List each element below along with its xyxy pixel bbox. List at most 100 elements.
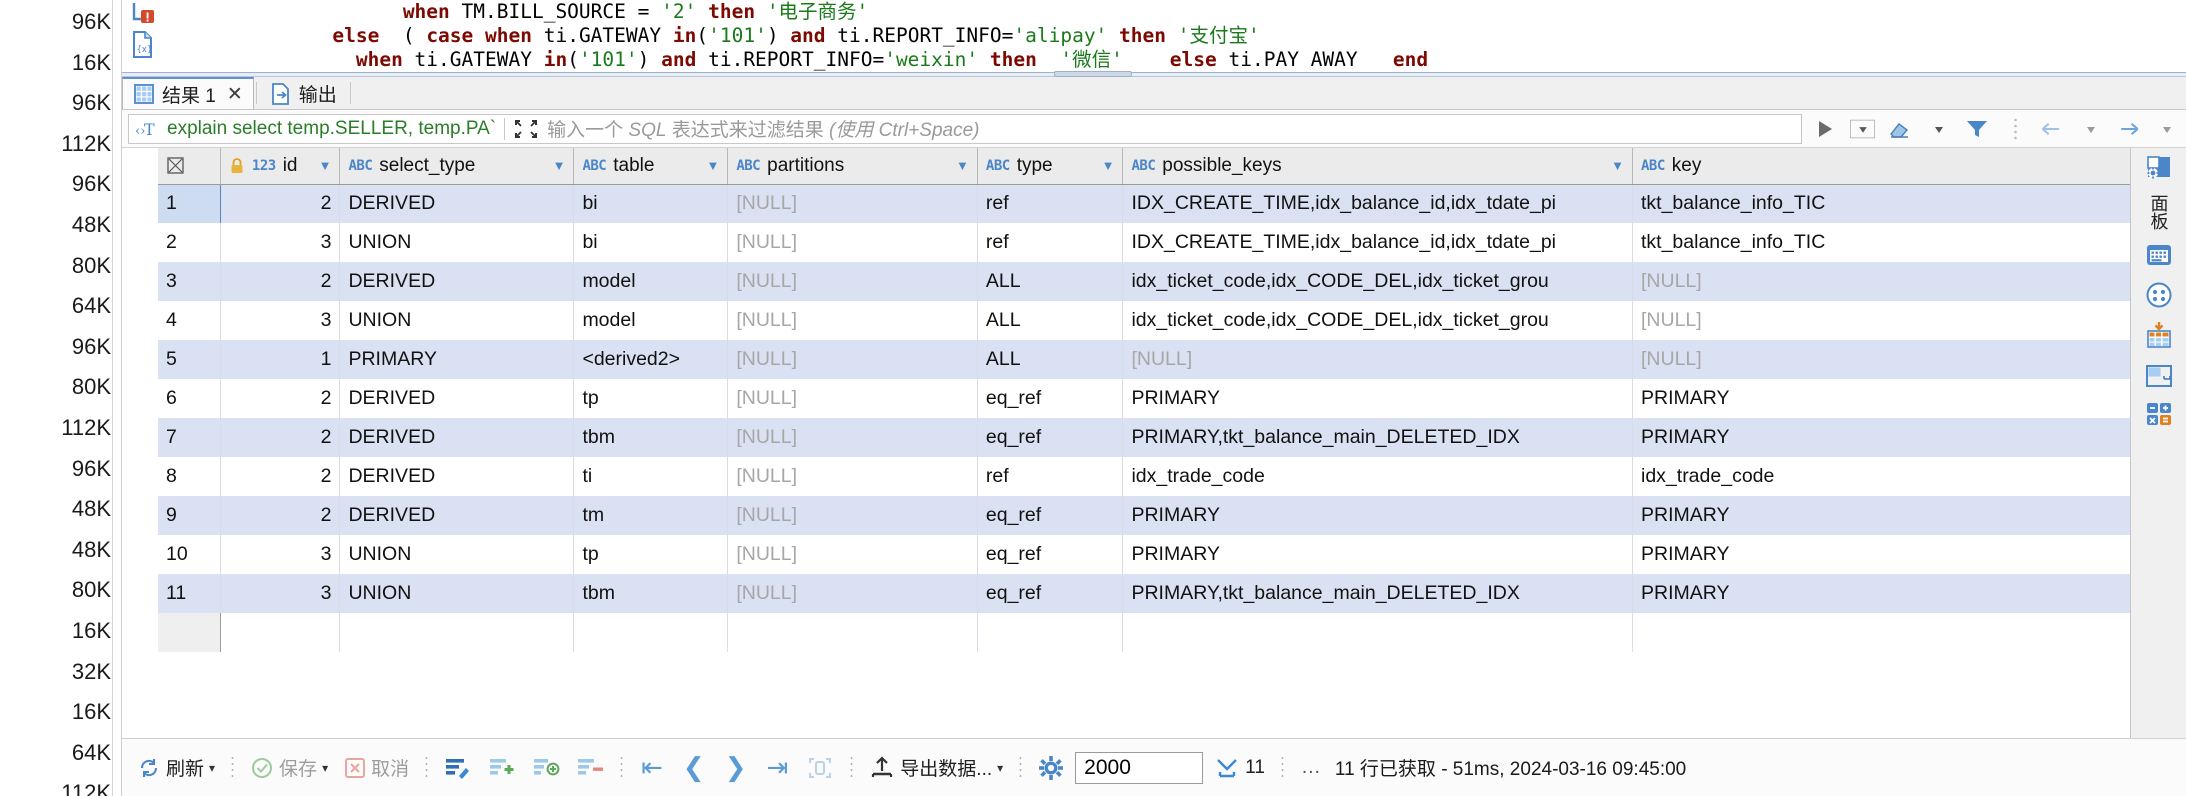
result-status-bar[interactable]: 刷新 ▾ 保存 ▾ 取消 ⇤ ❮ ❯ ⇥ 导出数据... ▾ 2000 11 …… (122, 738, 2186, 796)
cell-id[interactable]: 2 (220, 496, 341, 535)
cell-table[interactable]: model (573, 301, 729, 340)
cell-id[interactable]: 3 (220, 574, 341, 613)
table-row[interactable]: 3 2 DERIVED model [NULL] ALL idx_ticket_code,i… (158, 262, 2130, 301)
cell-table[interactable]: tbm (573, 574, 729, 613)
first-page-icon[interactable]: ⇤ (634, 753, 670, 783)
cell-key[interactable]: PRIMARY (1632, 379, 2130, 418)
cell-partitions[interactable]: [NULL] (727, 457, 978, 496)
cell-key[interactable]: PRIMARY (1632, 418, 2130, 457)
cell-table[interactable]: tbm (573, 418, 729, 457)
result-tab-1[interactable]: 结果 1 ✕ (122, 77, 254, 109)
layout-icon[interactable] (2144, 362, 2174, 390)
row-number-cell[interactable]: 5 (158, 340, 221, 379)
cell-partitions[interactable]: [NULL] (727, 418, 978, 457)
row-number-cell[interactable]: 11 (158, 574, 221, 613)
result-tabs[interactable]: 结果 1 ✕ 输出 (122, 77, 2186, 110)
cell-select_type[interactable]: DERIVED (339, 379, 575, 418)
table-row[interactable]: 9 2 DERIVED tm [NULL] eq_ref PRIMARY PRIMARY (158, 496, 2130, 535)
cell-possible_keys[interactable]: idx_ticket_code,idx_CODE_DEL,idx_ticket_… (1122, 262, 1633, 301)
cell-key[interactable]: [NULL] (1632, 262, 2130, 301)
calculator-icon[interactable] (2144, 400, 2174, 428)
table-row[interactable]: 10 3 UNION tp [NULL] eq_ref PRIMARY PRIMARY (158, 535, 2130, 574)
cell-type[interactable]: eq_ref (977, 535, 1124, 574)
cell-type[interactable]: eq_ref (977, 418, 1124, 457)
eraser-dropdown-icon[interactable] (1926, 116, 1952, 142)
cell-select_type[interactable]: DERIVED (339, 184, 575, 223)
table-row[interactable]: 5 1 PRIMARY <derived2> [NULL] ALL [NULL] [NULL] (158, 340, 2130, 379)
cell-select_type[interactable]: DERIVED (339, 457, 575, 496)
column-header-possible_keys[interactable]: ABC possible_keys ▼ (1122, 148, 1633, 185)
row-number-cell[interactable]: 4 (158, 301, 221, 340)
panels-label[interactable]: 面板 (2146, 194, 2172, 230)
add-row-button[interactable] (483, 753, 521, 783)
cell-id[interactable]: 2 (220, 262, 341, 301)
cell-possible_keys[interactable]: PRIMARY (1122, 496, 1633, 535)
duplicate-row-button[interactable] (527, 753, 565, 783)
row-number-cell[interactable]: 8 (158, 457, 221, 496)
cell-partitions[interactable]: [NULL] (727, 262, 978, 301)
fetch-size-input[interactable]: 2000 (1075, 751, 1204, 784)
export-table-icon[interactable] (2144, 320, 2174, 352)
column-header-key[interactable]: ABC key (1632, 148, 2130, 185)
cell-type[interactable]: eq_ref (977, 496, 1124, 535)
cell-select_type[interactable]: DERIVED (339, 418, 575, 457)
table-row[interactable]: 1 2 DERIVED bi [NULL] ref IDX_CREATE_TIME,idx_… (158, 184, 2130, 223)
table-row[interactable]: 4 3 UNION model [NULL] ALL idx_ticket_code,idx… (158, 301, 2130, 340)
row-number-cell[interactable]: 1 (158, 184, 221, 223)
cell-possible_keys[interactable]: [NULL] (1122, 340, 1633, 379)
next-filter-dropdown-icon[interactable] (2154, 116, 2180, 142)
cell-key[interactable]: tkt_balance_info_TIC (1632, 184, 2130, 223)
cell-type[interactable]: ref (977, 223, 1124, 262)
chevron-down-icon[interactable]: ▼ (319, 158, 332, 173)
cell-partitions[interactable]: [NULL] (727, 496, 978, 535)
status-overflow-icon[interactable]: … (1295, 756, 1329, 779)
cell-partitions[interactable]: [NULL] (727, 574, 978, 613)
table-row[interactable]: 11 3 UNION tbm [NULL] eq_ref PRIMARY,tkt_balan… (158, 574, 2130, 613)
expand-filter-icon[interactable] (513, 118, 539, 140)
cell-table[interactable]: ti (573, 457, 729, 496)
result-table[interactable]: 123 id ▼ ABC select_type ▼ ABC table ▼ ABC partiti… (158, 148, 2130, 652)
prev-filter-dropdown-icon[interactable] (2078, 116, 2104, 142)
export-data-button[interactable]: 导出数据... ▾ (864, 751, 1008, 784)
next-filter-icon[interactable] (2116, 116, 2142, 142)
cell-select_type[interactable]: UNION (339, 223, 575, 262)
export-dropdown-icon[interactable]: ▾ (997, 761, 1003, 775)
cell-id[interactable]: 3 (220, 535, 341, 574)
cell-possible_keys[interactable]: PRIMARY (1122, 535, 1633, 574)
cell-id[interactable]: 2 (220, 457, 341, 496)
cell-type[interactable]: eq_ref (977, 574, 1124, 613)
cell-type[interactable]: ALL (977, 301, 1124, 340)
chevron-down-icon[interactable]: ▼ (1102, 158, 1115, 173)
table-row[interactable]: 2 3 UNION bi [NULL] ref IDX_CREATE_TIME,idx_ba… (158, 223, 2130, 262)
cell-table[interactable]: tp (573, 535, 729, 574)
cell-table[interactable]: bi (573, 223, 729, 262)
cell-possible_keys[interactable]: PRIMARY (1122, 379, 1633, 418)
cell-key[interactable]: tkt_balance_info_TIC (1632, 223, 2130, 262)
result-tab-2[interactable]: 输出 (259, 77, 348, 109)
cancel-button[interactable]: 取消 (339, 751, 414, 784)
cell-select_type[interactable]: DERIVED (339, 262, 575, 301)
cell-id[interactable]: 2 (220, 184, 341, 223)
cell-partitions[interactable]: [NULL] (727, 340, 978, 379)
cell-partitions[interactable]: [NULL] (727, 184, 978, 223)
table-row[interactable]: 6 2 DERIVED tp [NULL] eq_ref PRIMARY PRIMARY (158, 379, 2130, 418)
result-table-body[interactable]: 1 2 DERIVED bi [NULL] ref IDX_CREATE_TIME,idx_… (158, 184, 2130, 652)
cell-type[interactable]: ALL (977, 262, 1124, 301)
cell-id[interactable]: 3 (220, 223, 341, 262)
table-row[interactable]: 8 2 DERIVED ti [NULL] ref idx_trade_code idx_tr… (158, 457, 2130, 496)
filter-bar-actions[interactable] (1802, 116, 2180, 142)
panel-settings-icon[interactable] (2143, 154, 2175, 184)
table-row[interactable]: 7 2 DERIVED tbm [NULL] eq_ref PRIMARY,tkt_bala… (158, 418, 2130, 457)
cell-possible_keys[interactable]: idx_ticket_code,idx_CODE_DEL,idx_ticket_… (1122, 301, 1633, 340)
column-header-partitions[interactable]: ABC partitions ▼ (727, 148, 978, 185)
transpose-corner-icon[interactable] (166, 156, 212, 176)
cell-possible_keys[interactable]: PRIMARY,tkt_balance_main_DELETED_IDX (1122, 418, 1633, 457)
next-page-icon[interactable]: ❯ (718, 753, 754, 783)
prev-filter-icon[interactable] (2040, 116, 2066, 142)
row-number-cell[interactable]: 3 (158, 262, 221, 301)
chevron-down-icon[interactable]: ▼ (1611, 158, 1624, 173)
prev-page-icon[interactable]: ❮ (676, 753, 712, 783)
cell-table[interactable]: tm (573, 496, 729, 535)
cell-table[interactable]: bi (573, 184, 729, 223)
row-number-cell[interactable]: 6 (158, 379, 221, 418)
